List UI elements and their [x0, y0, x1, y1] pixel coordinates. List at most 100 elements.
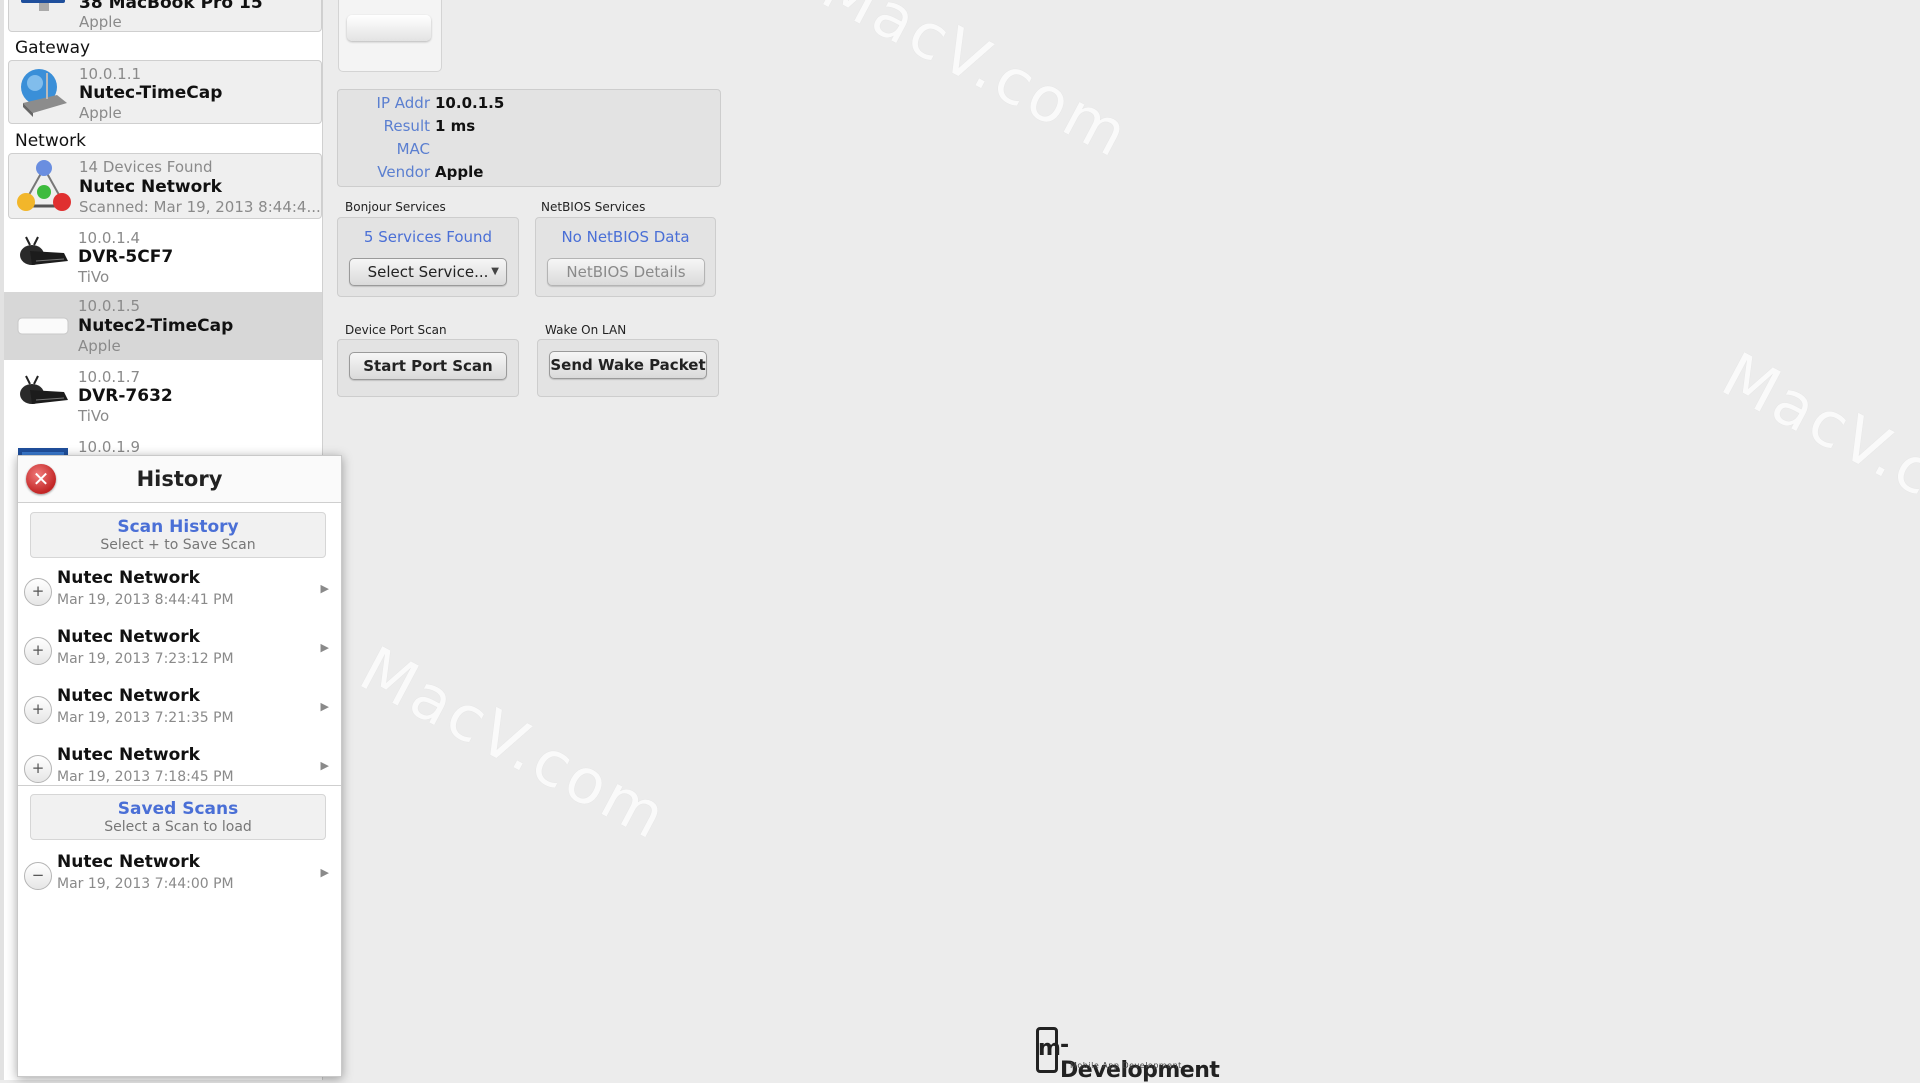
scan-date: Mar 19, 2013 7:18:45 PM — [57, 769, 234, 785]
saved-scans-header: Saved Scans Select a Scan to load — [30, 794, 326, 840]
send-wake-packet-button[interactable]: Send Wake Packet — [549, 351, 707, 379]
scan-name: Nutec Network — [57, 568, 200, 588]
save-scan-plus-icon[interactable]: + — [24, 696, 52, 724]
bonjour-status: 5 Services Found — [363, 228, 493, 246]
scan-date: Mar 19, 2013 7:23:12 PM — [57, 651, 234, 667]
vendor-value: Apple — [435, 163, 484, 181]
wake-on-lan-group: Send Wake Packet — [537, 339, 719, 397]
network-topology-icon — [17, 158, 71, 212]
disclosure-arrow-icon[interactable]: ▶ — [321, 582, 329, 595]
device-ip: 10.0.1.4 — [78, 229, 141, 247]
bonjour-group: 5 Services Found Select Service... ▼ — [337, 217, 519, 297]
device-vendor: Apple — [78, 337, 121, 355]
device-count: 14 Devices Found — [79, 158, 213, 176]
time-capsule-icon — [347, 15, 431, 41]
disclosure-arrow-icon[interactable]: ▶ — [321, 866, 329, 879]
info-row-vendor: Vendor Apple — [338, 163, 720, 185]
scan-history-title: Scan History — [117, 517, 239, 537]
scan-history-item[interactable]: + Nutec Network Mar 19, 2013 8:44:41 PM … — [18, 562, 341, 620]
bonjour-label: Bonjour Services — [345, 200, 446, 214]
ip-value: 10.0.1.5 — [435, 94, 505, 112]
logo-letter: m — [1038, 1036, 1061, 1061]
save-scan-plus-icon[interactable]: + — [24, 755, 52, 783]
watermark: MacV.com — [1710, 338, 1920, 561]
device-row-macbook[interactable]: 38 MacBook Pro 15 Apple — [8, 0, 322, 32]
device-ip: 10.0.1.7 — [78, 368, 141, 386]
section-divider — [18, 785, 341, 786]
scan-name: Nutec Network — [57, 852, 200, 872]
device-row-gateway[interactable]: 10.0.1.1 Nutec-TimeCap Apple — [8, 60, 322, 124]
saved-scans-subtitle: Select a Scan to load — [104, 819, 252, 835]
device-ip: 10.0.1.9 — [78, 438, 141, 456]
disclosure-arrow-icon[interactable]: ▶ — [321, 700, 329, 713]
device-ip: 10.0.1.1 — [79, 65, 142, 83]
device-info-box: IP Addr 10.0.1.5 Result 1 ms MAC Vendor … — [337, 89, 721, 187]
delete-scan-minus-icon[interactable]: − — [24, 862, 52, 890]
disclosure-arrow-icon[interactable]: ▶ — [321, 759, 329, 772]
ip-label: IP Addr — [376, 94, 430, 112]
scan-date: Mar 19, 2013 7:44:00 PM — [57, 876, 234, 892]
section-label-gateway: Gateway — [15, 38, 91, 58]
scan-history-item[interactable]: + Nutec Network Mar 19, 2013 7:23:12 PM … — [18, 621, 341, 679]
scan-history-item[interactable]: + Nutec Network Mar 19, 2013 7:21:35 PM … — [18, 680, 341, 738]
scan-name: Nutec Network — [57, 627, 200, 647]
history-popover: ✕ History Scan History Select + to Save … — [17, 455, 342, 1077]
device-name: Nutec2-TimeCap — [78, 316, 234, 336]
scan-date: Mar 19, 2013 7:21:35 PM — [57, 710, 234, 726]
result-label: Result — [383, 117, 430, 135]
watermark: MacV.com — [348, 632, 680, 855]
network-name: Nutec Network — [79, 177, 222, 197]
router-globe-icon — [17, 65, 71, 119]
tivo-dvr-icon — [16, 372, 70, 426]
network-summary-row[interactable]: 14 Devices Found Nutec Network Scanned: … — [8, 153, 322, 219]
history-header: ✕ History — [18, 456, 341, 503]
netbios-group: No NetBIOS Data NetBIOS Details — [535, 217, 716, 297]
m-development-logo: m -Development Mobile App Development — [1036, 1027, 1220, 1083]
save-scan-plus-icon[interactable]: + — [24, 637, 52, 665]
device-vendor: TiVo — [78, 407, 110, 425]
result-value: 1 ms — [435, 117, 476, 135]
mac-label: MAC — [396, 140, 430, 158]
device-thumbnail — [338, 0, 442, 72]
device-ip: 10.0.1.5 — [78, 297, 141, 315]
device-row[interactable]: 10.0.1.7 DVR-7632 TiVo — [8, 364, 322, 430]
saved-scans-title: Saved Scans — [117, 799, 239, 819]
port-scan-label: Device Port Scan — [345, 323, 447, 337]
info-row-result: Result 1 ms — [338, 117, 720, 139]
logo-name: -Development — [1060, 1033, 1220, 1083]
save-scan-plus-icon[interactable]: + — [24, 578, 52, 606]
time-capsule-icon — [16, 306, 70, 360]
watermark: MacV.com — [810, 0, 1142, 173]
vendor-label: Vendor — [377, 163, 430, 181]
device-vendor: TiVo — [78, 268, 110, 286]
device-name: DVR-7632 — [78, 386, 173, 406]
scan-history-header: Scan History Select + to Save Scan — [30, 512, 326, 558]
device-row[interactable]: 10.0.1.4 DVR-5CF7 TiVo — [8, 225, 322, 291]
scan-timestamp: Scanned: Mar 19, 2013 8:44:4... — [79, 198, 321, 216]
scan-history-subtitle: Select + to Save Scan — [100, 537, 256, 553]
device-name: DVR-5CF7 — [78, 247, 174, 267]
info-row-mac: MAC — [338, 140, 720, 162]
wake-on-lan-label: Wake On LAN — [545, 323, 627, 337]
section-label-network: Network — [15, 131, 86, 151]
imac-icon — [17, 0, 71, 25]
netbios-label: NetBIOS Services — [541, 200, 646, 214]
device-vendor: Apple — [79, 104, 122, 122]
info-row-ip: IP Addr 10.0.1.5 — [338, 94, 720, 116]
device-row-selected[interactable]: 10.0.1.5 Nutec2-TimeCap Apple — [4, 292, 322, 360]
saved-scan-item[interactable]: − Nutec Network Mar 19, 2013 7:44:00 PM … — [18, 846, 341, 904]
select-service-dropdown[interactable]: Select Service... ▼ — [349, 258, 507, 286]
scan-date: Mar 19, 2013 8:44:41 PM — [57, 592, 234, 608]
logo-tagline: Mobile App Development — [1070, 1061, 1182, 1070]
tivo-dvr-icon — [16, 233, 70, 287]
port-scan-group: Start Port Scan — [337, 339, 519, 397]
scan-history-item[interactable]: + Nutec Network Mar 19, 2013 7:18:45 PM … — [18, 739, 341, 785]
device-vendor: Apple — [79, 13, 122, 31]
history-title: History — [136, 467, 223, 491]
scan-name: Nutec Network — [57, 686, 200, 706]
disclosure-arrow-icon[interactable]: ▶ — [321, 641, 329, 654]
start-port-scan-button[interactable]: Start Port Scan — [349, 352, 507, 380]
device-name: 38 MacBook Pro 15 — [79, 0, 263, 13]
netbios-status: No NetBIOS Data — [561, 228, 690, 246]
netbios-details-button[interactable]: NetBIOS Details — [547, 258, 705, 286]
